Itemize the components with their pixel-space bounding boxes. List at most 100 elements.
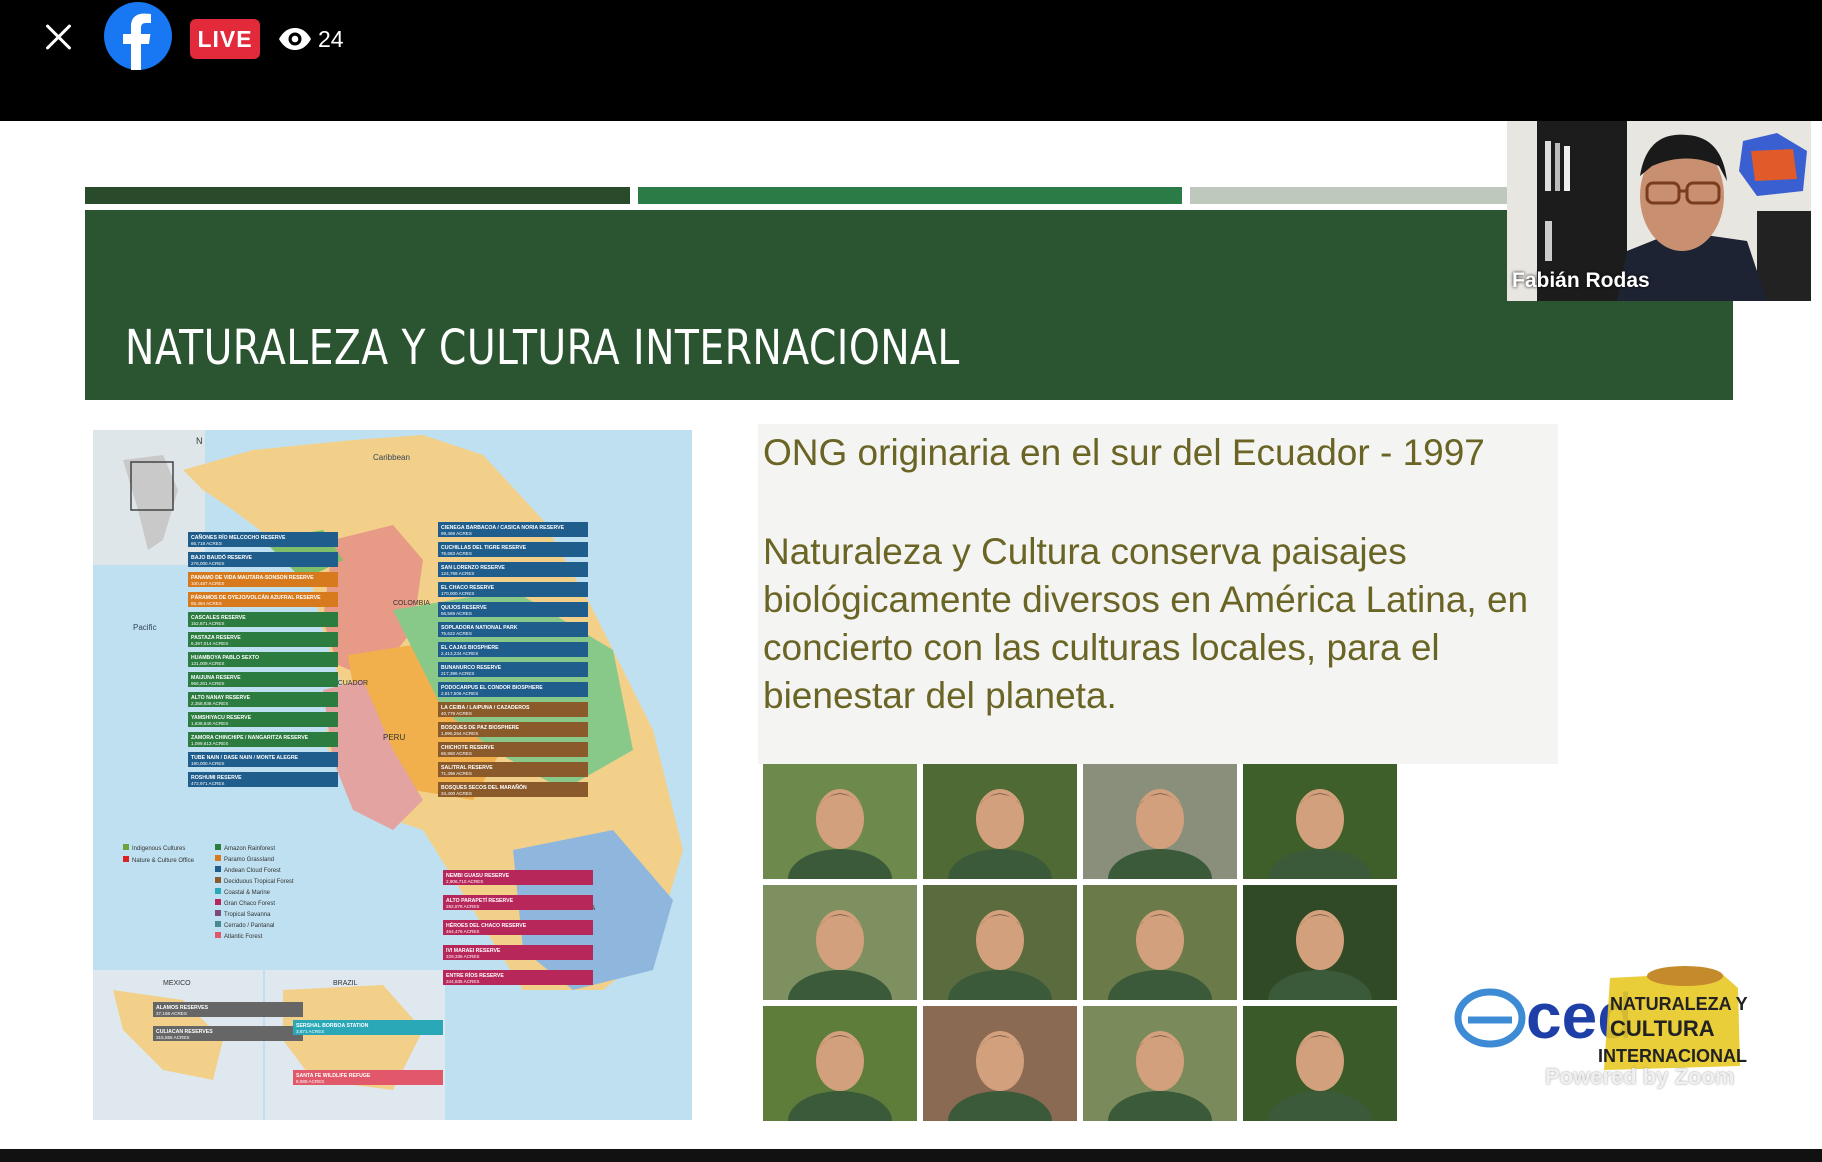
eye-icon bbox=[279, 28, 311, 50]
reserve-acres: 152,871 ACRES bbox=[191, 621, 224, 626]
team-member-photo bbox=[923, 885, 1077, 1000]
reserve-acres: 1,099,613 ACRES bbox=[191, 741, 228, 746]
legend-label: Tropical Savanna bbox=[224, 912, 271, 918]
reserve-acres: 217,396 ACRES bbox=[441, 671, 474, 676]
logo-line-1: NATURALEZA Y bbox=[1610, 994, 1748, 1014]
reserve-label: SERSHAL BORBOA STATION3,871 ACRES bbox=[293, 1020, 443, 1035]
legend-label: Indigenous Cultures bbox=[132, 846, 185, 852]
reserve-label: NEMBI GUASU RESERVE2,906,710 ACRES bbox=[443, 870, 593, 885]
reserve-label: SAN LORENZO RESERVE124,769 ACRES bbox=[438, 562, 588, 577]
map-label-brazil: BRAZIL bbox=[333, 980, 358, 987]
reserve-name: CAÑONES RÍO MELCOCHO RESERVE bbox=[191, 533, 286, 541]
reserve-label: PÁRAMOS DE OYEJO/VOLCÁN AZUFRAL RESERVE5… bbox=[188, 592, 338, 607]
reserve-label: BOSQUES SECOS DEL MARAÑÓN34,400 ACRES bbox=[438, 782, 588, 797]
legend-label: Atlantic Forest bbox=[224, 934, 263, 940]
reserve-acres: 75,622 ACRES bbox=[441, 631, 472, 636]
legend-item: Coastal & Marine bbox=[215, 888, 271, 896]
reserve-label: IVI MARAEI RESERVE229,336 ACRES bbox=[443, 945, 593, 960]
reserve-label: PASTAZA RESERVE6,397,014 ACRES bbox=[188, 632, 338, 647]
reserve-label: CHICHOTE RESERVE66,950 ACRES bbox=[438, 742, 588, 757]
reserve-label: YAMSHIYACU RESERVE1,838,640 ACRES bbox=[188, 712, 338, 727]
reserve-acres: 2,817,506 ACRES bbox=[441, 691, 478, 696]
reserve-acres: 37,168 ACRES bbox=[156, 1011, 187, 1016]
slide-title: NATURALEZA Y CULTURA INTERNACIONAL bbox=[125, 320, 960, 376]
legend-label: Paramo Grassland bbox=[224, 857, 274, 863]
legend-item: Nature & Culture Office bbox=[123, 856, 195, 864]
top-bar: LIVE 24 bbox=[0, 0, 1822, 121]
viewer-count: 24 bbox=[278, 22, 344, 56]
reserve-acres: 244,835 ACRES bbox=[446, 979, 479, 984]
reserve-label: CIENEGA BARBACOA / CASICA NORIA RESERVE9… bbox=[438, 522, 588, 537]
reserve-acres: 190,000 ACRES bbox=[191, 761, 224, 766]
live-badge: LIVE bbox=[190, 19, 260, 59]
reserve-label: BAJO BAUDÓ RESERVE276,000 ACRES bbox=[188, 552, 338, 567]
bottom-bar bbox=[0, 1149, 1822, 1162]
legend-item: Gran Chaco Forest bbox=[215, 899, 275, 907]
reserve-acres: 99,469 ACRES bbox=[441, 531, 472, 536]
reserve-acres: 2,358,936 ACRES bbox=[191, 701, 228, 706]
legend-label: Amazon Rainforest bbox=[224, 846, 275, 852]
team-member-photo bbox=[1083, 1006, 1237, 1121]
reserve-acres: 66,950 ACRES bbox=[441, 751, 472, 756]
reserve-label: SOPLADORA NATIONAL PARK75,622 ACRES bbox=[438, 622, 588, 637]
reserve-label: HÉROES DEL CHACO RESERVE464,476 ACRES bbox=[443, 920, 593, 935]
legend-item: Deciduous Tropical Forest bbox=[215, 877, 294, 885]
legend-label: Gran Chaco Forest bbox=[224, 901, 275, 907]
reserve-acres: 6,397,014 ACRES bbox=[191, 641, 228, 646]
map-label-pacific: Pacific bbox=[133, 623, 157, 632]
facebook-logo-icon[interactable] bbox=[104, 2, 172, 70]
reserve-label: ROSHUMI RESERVE472,971 ACRES bbox=[188, 772, 338, 787]
reserve-acres: 464,476 ACRES bbox=[446, 929, 479, 934]
team-member-photo bbox=[763, 764, 917, 879]
reserve-acres: 2,906,710 ACRES bbox=[446, 879, 483, 884]
reserve-acres: 66,718 ACRES bbox=[191, 541, 222, 546]
logo-line-3: INTERNACIONAL bbox=[1598, 1046, 1747, 1066]
reserve-acres: 2,413,234 ACRES bbox=[441, 651, 478, 656]
team-member-photo bbox=[763, 1006, 917, 1121]
reserve-label: ALAMOS RESERVES37,168 ACRES bbox=[153, 1002, 303, 1017]
reserve-label: QUIJOS RESERVE56,569 ACRES bbox=[438, 602, 588, 617]
naturaleza-y-cultura-logo: NATURALEZA Y CULTURA INTERNACIONAL bbox=[1598, 966, 1748, 1070]
intro-text-block: ONG originaria en el sur del Ecuador - 1… bbox=[758, 424, 1558, 764]
reserve-label: ENTRE RÍOS RESERVE244,835 ACRES bbox=[443, 970, 593, 985]
reserve-acres: 124,769 ACRES bbox=[441, 571, 474, 576]
reserve-acres: 100,487 ACRES bbox=[191, 581, 224, 586]
mission-paragraph: Naturaleza y Cultura conserva paisajes b… bbox=[763, 531, 1529, 716]
reserves-map: N Caribbean Pacific COLOMBIA ECUADOR PER… bbox=[93, 430, 692, 1120]
legend-item: Andean Cloud Forest bbox=[215, 866, 281, 874]
legend-label: Cerrado / Pantanal bbox=[224, 923, 274, 929]
reserve-label: HUAMBOYA PABLO SEXTO131,009 ACRES bbox=[188, 652, 338, 667]
title-band: NATURALEZA Y CULTURA INTERNACIONAL bbox=[85, 210, 1733, 400]
legend-label: Coastal & Marine bbox=[224, 890, 271, 896]
reserve-label: PANAMO DE VIDA MAUTARA-SONSON RESERVE100… bbox=[188, 572, 338, 587]
reserve-acres: 276,000 ACRES bbox=[191, 561, 224, 566]
legend-label: Andean Cloud Forest bbox=[224, 868, 281, 874]
reserve-name: BAJO BAUDÓ RESERVE bbox=[191, 553, 253, 561]
north-label: N bbox=[196, 436, 203, 446]
map-label-ecuador: ECUADOR bbox=[333, 680, 368, 687]
reserve-label: BUNANURCO RESERVE217,396 ACRES bbox=[438, 662, 588, 677]
map-label-peru: PERU bbox=[383, 733, 405, 742]
speaker-name: Fabián Rodas bbox=[1512, 269, 1650, 292]
legend-item: Tropical Savanna bbox=[215, 910, 271, 918]
reserve-label: LA CEIBA / LAIPUNA / CAZADEROS40,779 ACR… bbox=[438, 702, 588, 717]
map-label-colombia: COLOMBIA bbox=[393, 600, 430, 607]
speaker-video-tile[interactable]: Fabián Rodas bbox=[1507, 121, 1811, 301]
reserve-label: ALTO NANAY RESERVE2,358,936 ACRES bbox=[188, 692, 338, 707]
reserve-acres: 170,000 ACRES bbox=[441, 591, 474, 596]
reserve-name: BOSQUES SECOS DEL MARAÑÓN bbox=[441, 783, 527, 791]
logo-line-2: CULTURA bbox=[1610, 1016, 1715, 1041]
team-member-photo bbox=[1243, 885, 1397, 1000]
legend-item: Indigenous Cultures bbox=[123, 844, 185, 852]
reserve-label: TUBE NAIN / DASE NAIN / MONTE ALEGRE190,… bbox=[188, 752, 338, 767]
reserve-acres: 8,989 ACRES bbox=[296, 1079, 324, 1084]
reserve-acres: 472,971 ACRES bbox=[191, 781, 224, 786]
reserve-label: PODOCARPUS EL CONDOR BIOSPHERE2,817,506 … bbox=[438, 682, 588, 697]
legend-label: Nature & Culture Office bbox=[132, 858, 195, 864]
reserve-acres: 76,683 ACRES bbox=[441, 551, 472, 556]
team-member-photo bbox=[923, 1006, 1077, 1121]
reserve-label: CUCHILLAS DEL TIGRE RESERVE76,683 ACRES bbox=[438, 542, 588, 557]
close-icon[interactable] bbox=[38, 17, 78, 57]
reserve-name: HÉROES DEL CHACO RESERVE bbox=[446, 921, 527, 929]
accent-bar bbox=[638, 187, 1182, 204]
